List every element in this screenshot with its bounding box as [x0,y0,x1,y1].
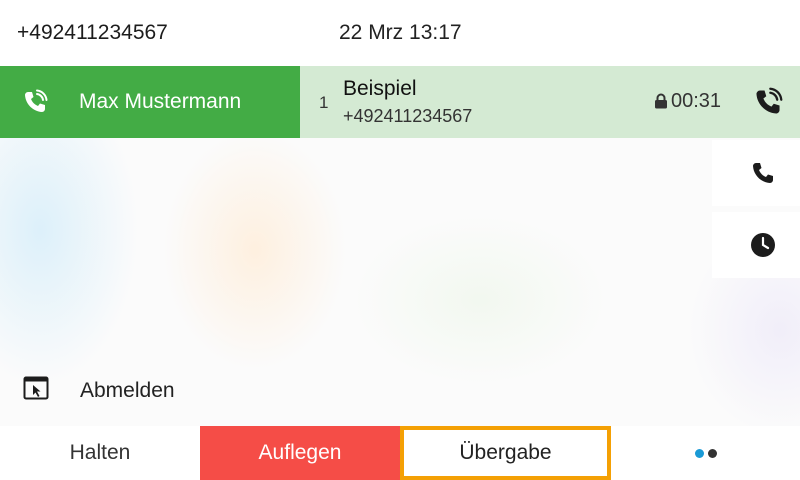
logout-icon [23,376,49,400]
end-call-softkey[interactable]: Auflegen [200,426,400,480]
logout-label: Abmelden [80,379,175,402]
phone-icon [753,163,773,183]
more-softkey[interactable] [611,426,800,480]
softkey-bar: Halten Auflegen Übergabe [0,426,800,480]
datetime-header: 22 Mrz 13:17 [300,0,800,66]
line-key-label: Max Mustermann [79,90,242,113]
caller-name: Beispiel [343,77,417,100]
more-dot-2 [707,448,717,458]
active-call-icon [25,89,48,112]
line-number-header: +492411234567 [0,0,300,66]
line-number: +492411234567 [17,21,168,44]
active-call-icon [756,87,783,114]
hold-softkey[interactable]: Halten [0,426,200,480]
line-key-max-mustermann[interactable]: Max Mustermann [0,66,300,138]
recents-button[interactable] [712,212,800,278]
caller-number: +492411234567 [343,106,473,126]
call-duration: 00:31 [671,90,722,112]
transfer-softkey[interactable]: Übergabe [400,426,611,480]
call-index: 1 [319,93,329,112]
lock-icon [655,93,667,109]
active-call-row[interactable]: 1 Beispiel +492411234567 00:31 [300,66,800,138]
datetime: 22 Mrz 13:17 [339,21,462,44]
clock-icon [751,233,775,257]
new-call-button[interactable] [712,140,800,206]
logout-item[interactable]: Abmelden [0,360,300,420]
more-dot-1 [694,448,704,458]
